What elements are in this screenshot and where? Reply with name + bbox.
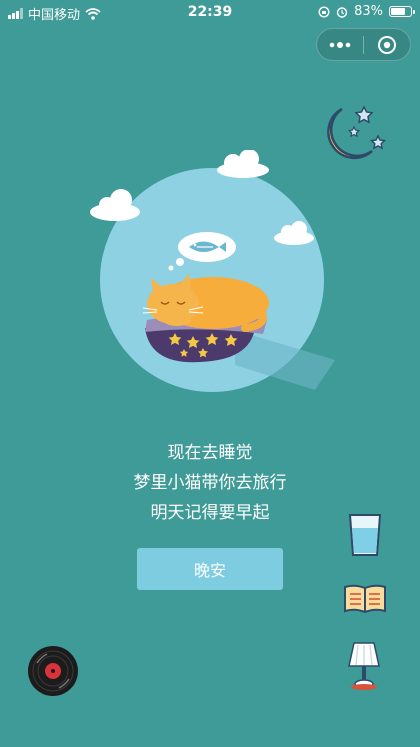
status-bar: 中国移动 22:39 83% [0,0,420,24]
battery-icon [389,6,415,17]
water-glass-icon[interactable] [347,512,383,558]
close-button[interactable] [364,29,410,60]
illustration-canvas [90,149,335,392]
more-dots-icon [329,41,351,48]
cloud-top [217,149,269,178]
message-line-2: 梦里小猫带你去旅行 [133,473,287,493]
goodnight-button[interactable]: 晚安 [137,548,283,590]
sleeping-cat-illustration [85,149,340,400]
target-circle-icon [378,35,396,54]
vinyl-record-icon[interactable] [27,645,79,697]
table-lamp-icon[interactable] [346,640,382,692]
status-right: 83% [318,4,415,19]
alarm-icon [336,6,348,18]
rotation-lock-icon [318,5,330,18]
miniprogram-capsule [316,28,411,61]
more-button[interactable] [317,29,363,60]
message-line-1: 现在去睡觉 [167,443,253,463]
open-book-icon[interactable] [343,583,387,615]
battery-percent: 83% [354,4,383,19]
